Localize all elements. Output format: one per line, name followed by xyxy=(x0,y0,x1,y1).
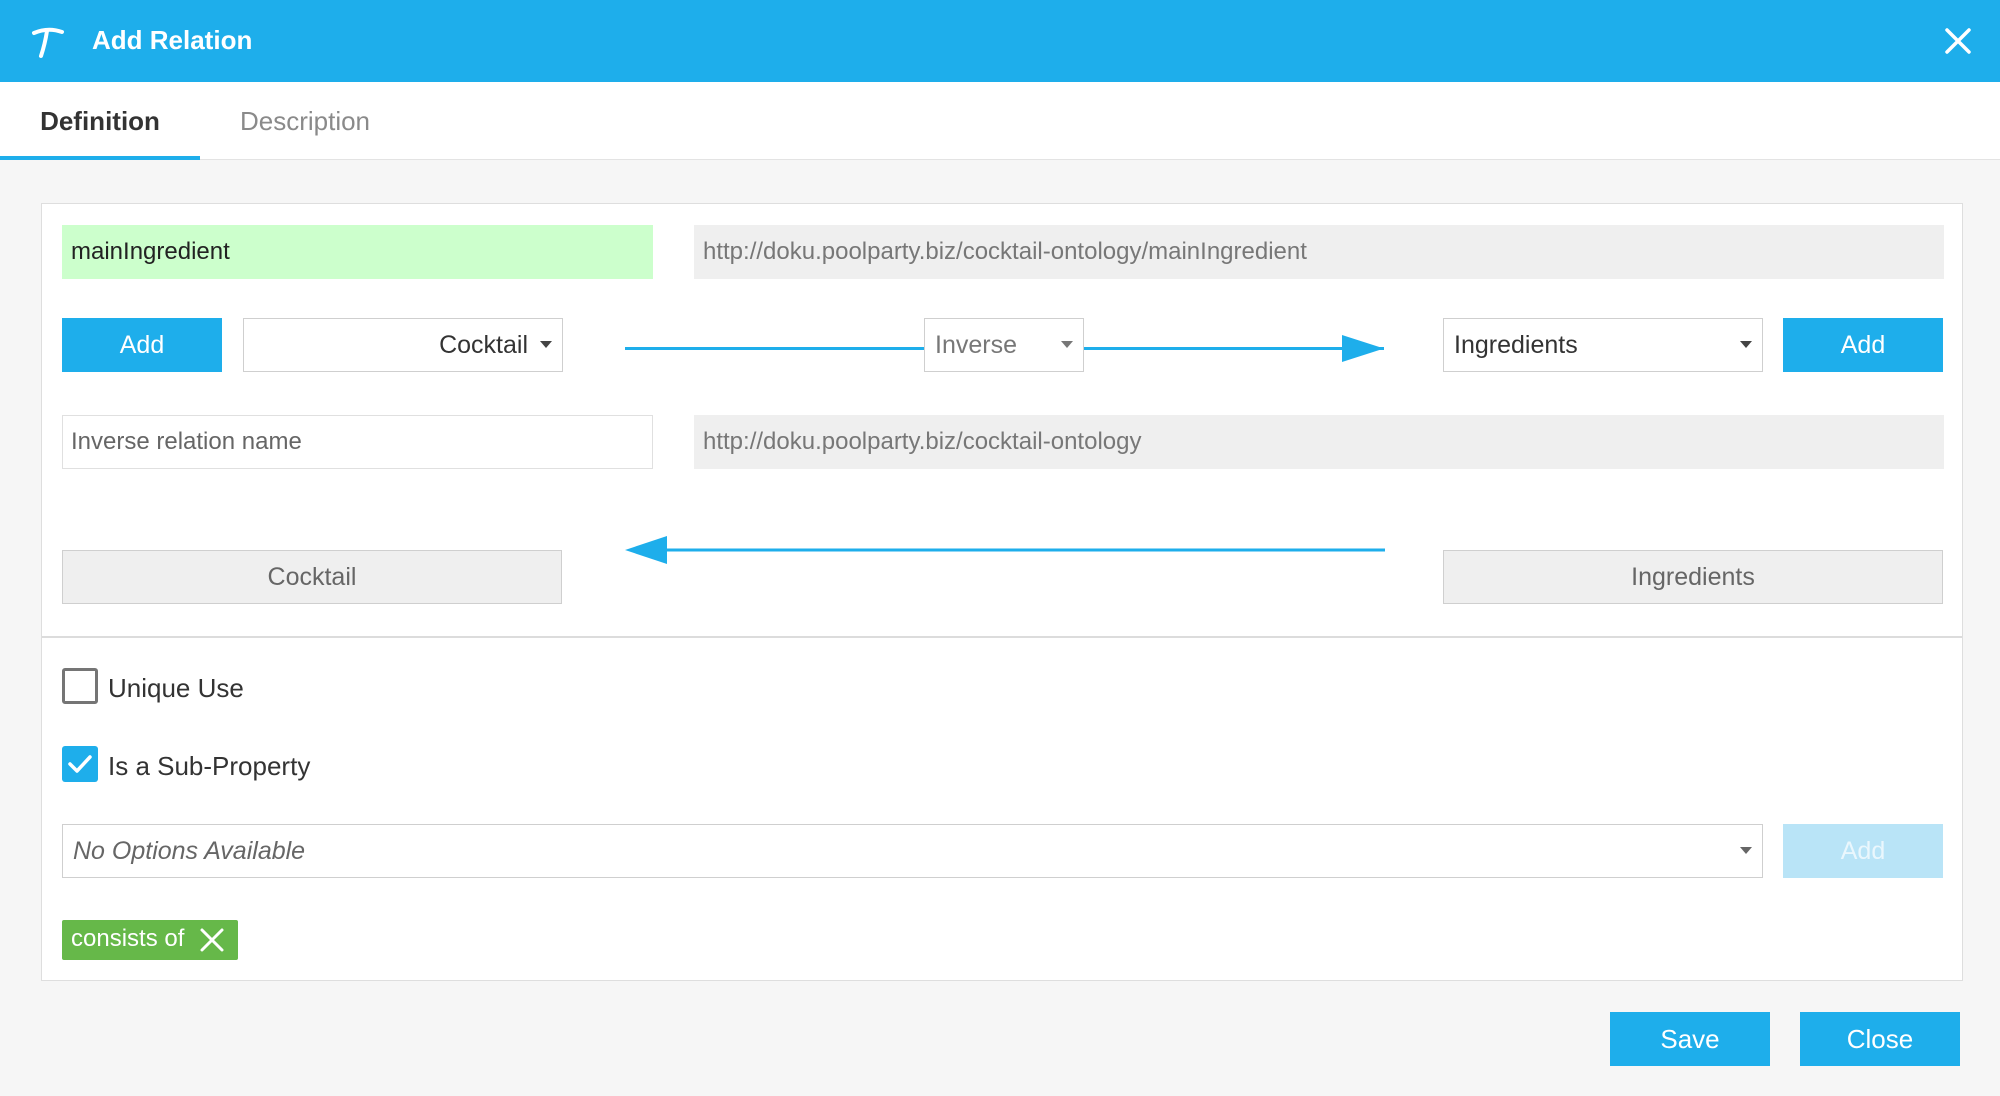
relation-uri-field[interactable]: http://doku.poolparty.biz/cocktail-ontol… xyxy=(694,225,1944,279)
chevron-down-icon xyxy=(1061,341,1073,348)
domain-select[interactable]: Cocktail xyxy=(243,318,563,372)
inverse-range-box: Ingredients xyxy=(1443,550,1943,604)
add-super-property-button[interactable]: Add xyxy=(1783,824,1943,878)
super-property-select[interactable]: No Options Available xyxy=(62,824,1763,878)
sub-property-label: Is a Sub-Property xyxy=(108,751,311,781)
poolparty-logo-icon xyxy=(32,27,64,58)
range-select[interactable]: Ingredients xyxy=(1443,318,1763,372)
domain-select-value: Cocktail xyxy=(439,331,528,359)
unique-use-checkbox[interactable] xyxy=(62,668,98,704)
relation-name-field[interactable]: mainIngredient xyxy=(62,225,653,279)
tab-bar: Definition Description xyxy=(0,82,2000,160)
add-domain-button[interactable]: Add xyxy=(62,318,222,372)
arrow-left-icon xyxy=(625,536,1385,564)
inverse-relation-uri-field[interactable]: http://doku.poolparty.biz/cocktail-ontol… xyxy=(694,415,1944,469)
checkmark-icon xyxy=(68,755,92,773)
chevron-down-icon xyxy=(1740,341,1752,348)
close-button[interactable]: Close xyxy=(1800,1012,1960,1066)
dialog-titlebar: Add Relation xyxy=(0,0,2000,82)
dialog-title: Add Relation xyxy=(92,25,253,55)
save-button[interactable]: Save xyxy=(1610,1012,1770,1066)
super-property-tag: consists of xyxy=(62,920,238,960)
tag-label: consists of xyxy=(71,925,185,952)
remove-tag-icon[interactable] xyxy=(198,926,226,954)
range-select-value: Ingredients xyxy=(1454,331,1578,359)
definition-panel: mainIngredient http://doku.poolparty.biz… xyxy=(41,203,1963,981)
close-icon[interactable] xyxy=(1942,25,1974,57)
inverse-select-value: Inverse xyxy=(935,331,1017,359)
chevron-down-icon xyxy=(1740,847,1752,854)
inverse-relation-name-field[interactable]: Inverse relation name xyxy=(62,415,653,469)
sub-property-checkbox[interactable] xyxy=(62,746,98,782)
relation-arrow-line-left xyxy=(625,347,925,350)
inverse-select[interactable]: Inverse xyxy=(924,318,1084,372)
inverse-domain-box: Cocktail xyxy=(62,550,562,604)
unique-use-label: Unique Use xyxy=(108,673,244,703)
relation-arrow-line-right xyxy=(1084,347,1384,350)
section-divider xyxy=(42,636,1962,638)
arrow-right-icon xyxy=(1342,335,1384,362)
super-property-select-value: No Options Available xyxy=(73,837,306,865)
tab-definition[interactable]: Definition xyxy=(0,82,200,160)
tab-description[interactable]: Description xyxy=(200,82,410,160)
add-range-button[interactable]: Add xyxy=(1783,318,1943,372)
chevron-down-icon xyxy=(540,341,552,348)
